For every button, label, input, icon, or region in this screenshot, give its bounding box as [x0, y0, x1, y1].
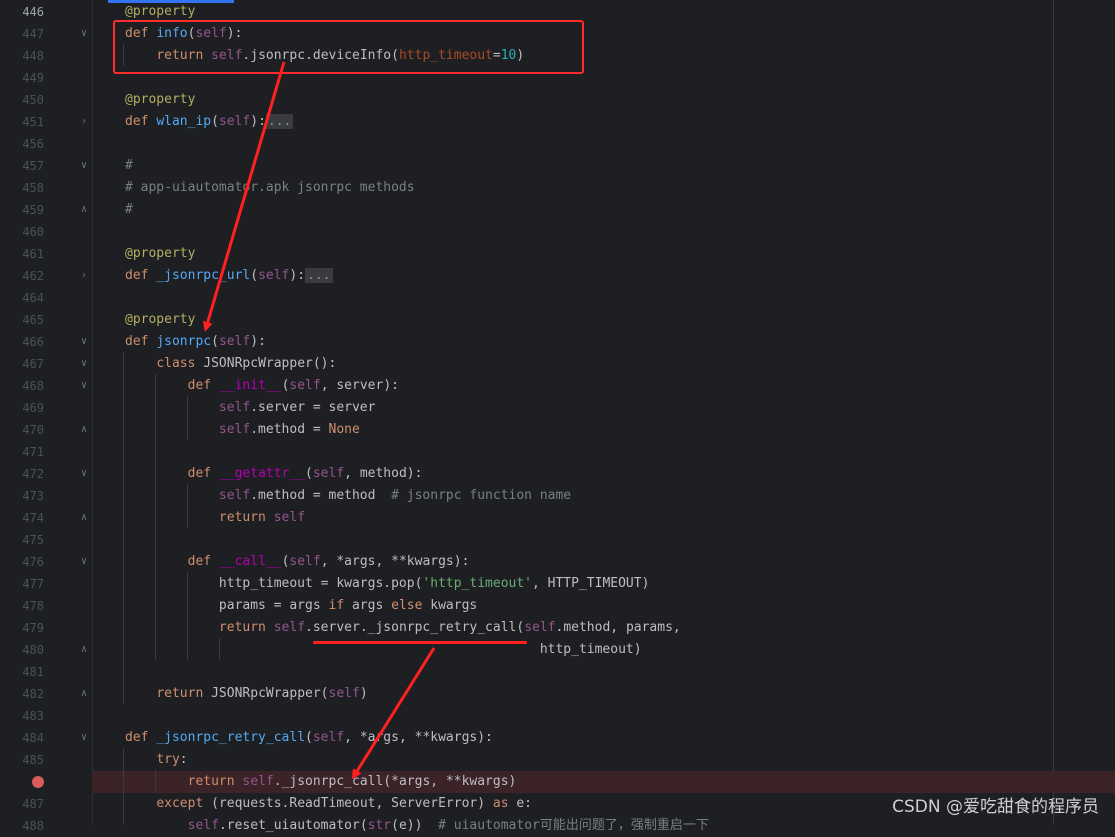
arrow-call-to-retry	[351, 647, 436, 780]
watermark: CSDN @爱吃甜食的程序员	[892, 797, 1099, 817]
annotation-arrows	[202, 61, 436, 780]
code-editor[interactable]: 446 @property 447 ∨ def info(self): 448 retur…	[0, 0, 1115, 833]
arrow-info-to-jsonrpc	[202, 61, 286, 332]
